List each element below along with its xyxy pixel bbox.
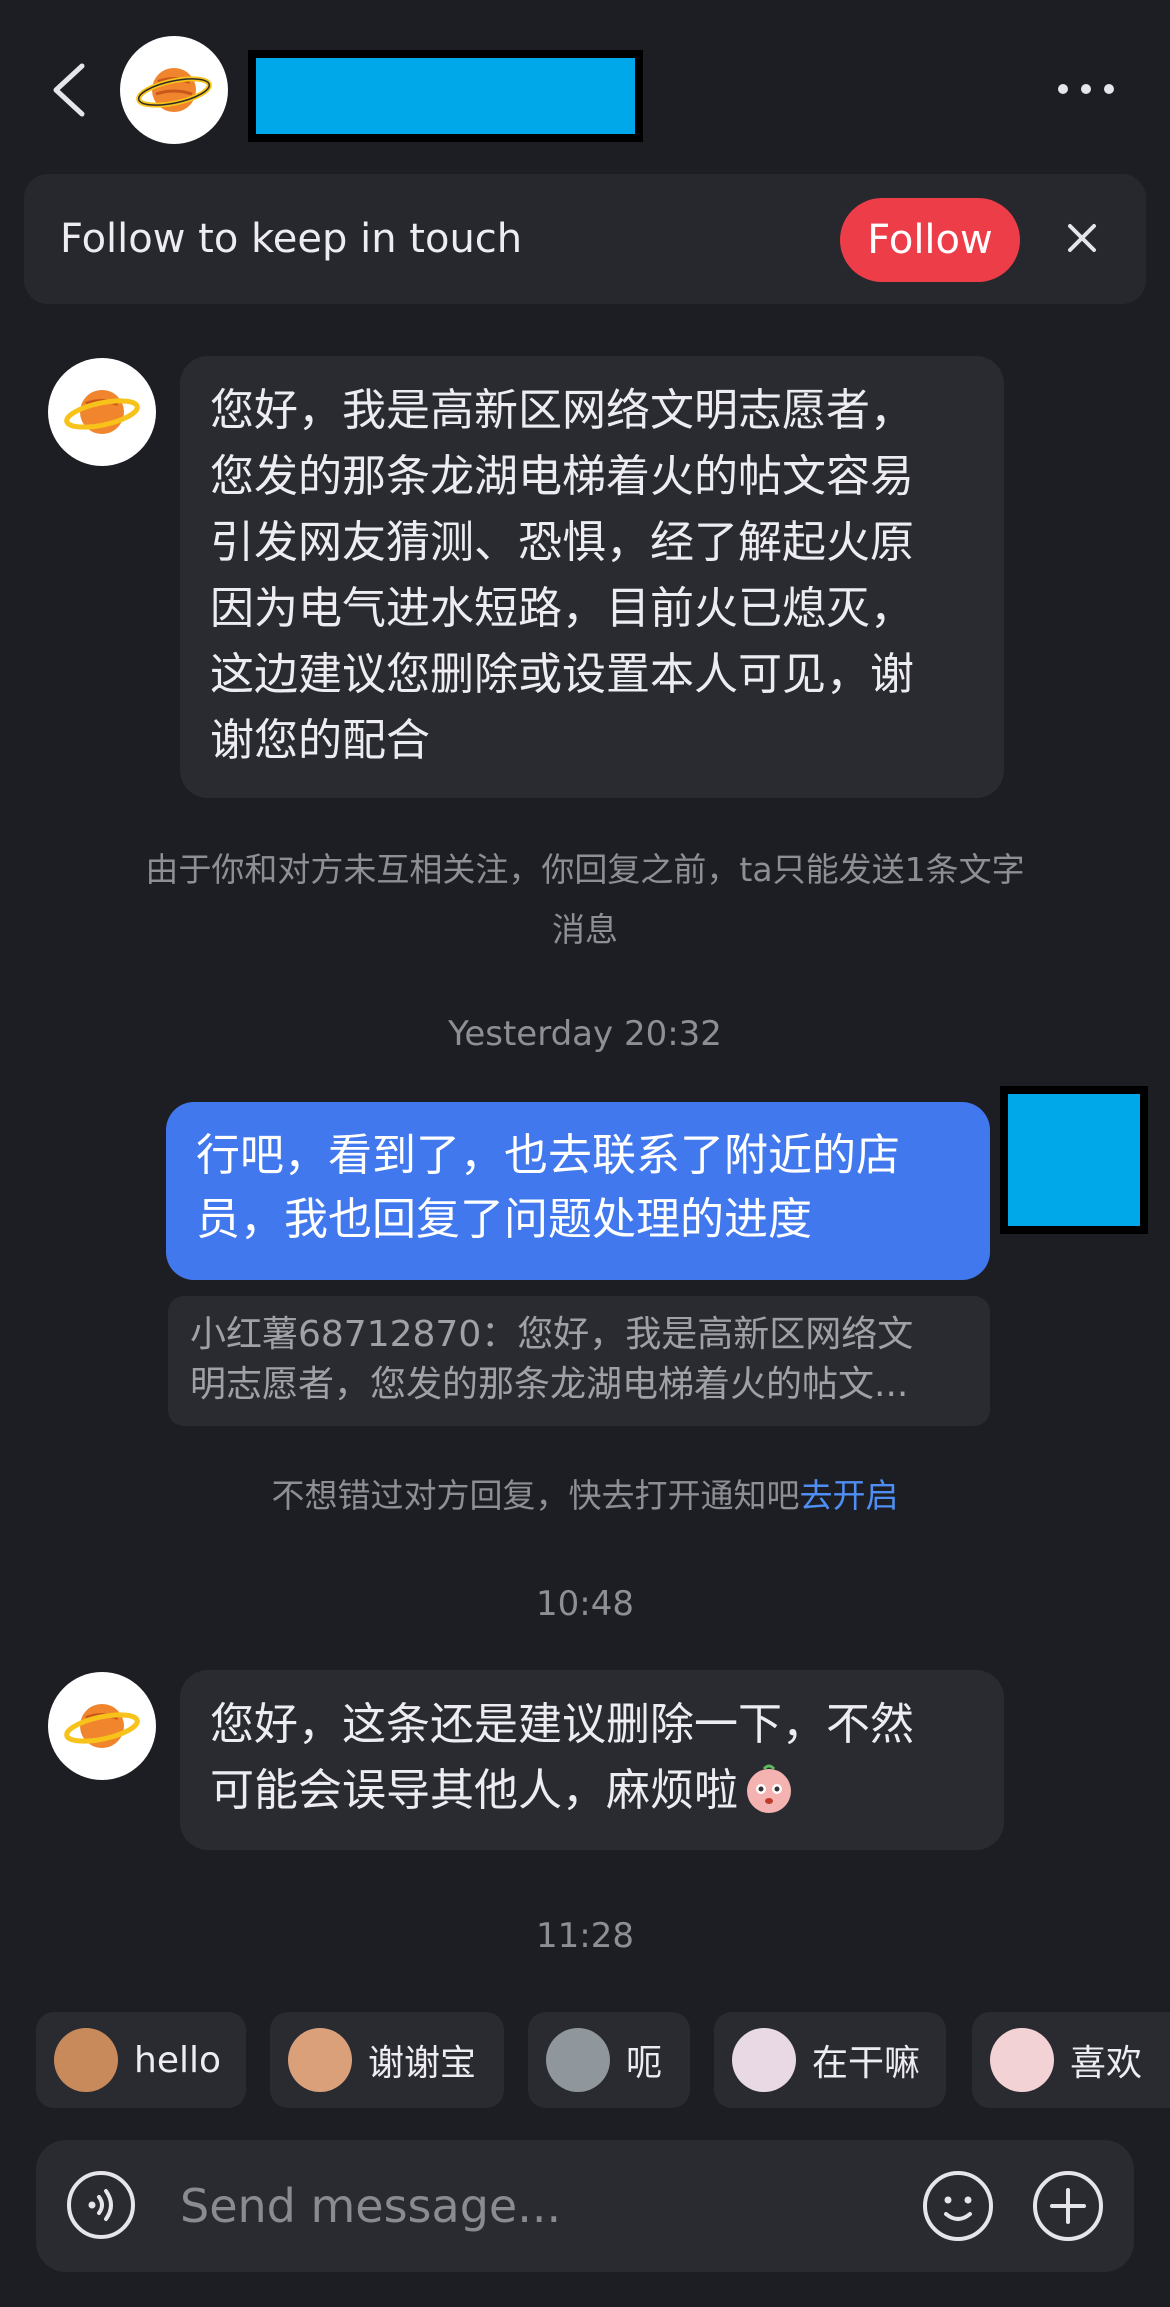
quick-reply-uh[interactable]: 呃 [528,2012,690,2108]
quick-reply-like[interactable]: 喜欢 [972,2012,1170,2108]
cat-emoji-icon [546,2028,610,2092]
timestamp: Yesterday 20:32 [448,1014,722,1054]
redacted-self-avatar [1000,1086,1148,1234]
message-bubble-incoming[interactable]: 您好，我是高新区网络文明志愿者， 您发的那条龙湖电梯着火的帖文容易 引发网友猜测… [180,356,1004,798]
quick-reply-what-doing[interactable]: 在干嘛 [714,2012,946,2108]
message-bubble-incoming[interactable]: 您好，这条还是建议删除一下，不然 可能会误导其他人，麻烦啦 [180,1670,1004,1850]
quoted-message[interactable]: 小红薯68712870：您好，我是高新区网络文 明志愿者，您发的那条龙湖电梯着火… [168,1296,990,1426]
message-line: 因为电气进水短路，目前火已熄灭， [210,583,914,634]
follow-button[interactable]: Follow [840,198,1020,282]
message-bubble-outgoing[interactable]: 行吧，看到了，也去联系了附近的店 员，我也回复了问题处理的进度 [166,1102,990,1280]
redacted-contact-name [248,50,643,142]
message-limit-notice: 由于你和对方未互相关注，你回复之前，ta只能发送1条文字 消息 [145,850,1025,949]
shy-sticker-icon [747,1764,791,1813]
thanks-emoji-icon [288,2028,352,2092]
voice-icon[interactable] [66,2170,136,2240]
enable-notifications-link[interactable]: 去开启 [800,1476,899,1515]
message-line: 可能会误导其他人，麻烦啦 [210,1758,974,1824]
timestamp: 11:28 [536,1916,634,1956]
sender-avatar[interactable] [48,1672,156,1780]
monkey-emoji-icon [54,2028,118,2092]
timestamp: 10:48 [536,1584,634,1624]
message-line: 谢您的配合 [210,715,430,766]
notification-prompt: 不想错过对方回复，快去打开通知吧去开启 [0,1466,1170,1526]
contact-avatar[interactable] [120,36,228,144]
message-line: 您发的那条龙湖电梯着火的帖文容易 [210,451,914,502]
planet-icon [136,68,212,112]
quick-reply-thanks[interactable]: 谢谢宝 [270,2012,504,2108]
message-line: 引发网友猜测、恐惧，经了解起火原 [210,517,914,568]
message-line: 这边建议您删除或设置本人可见，谢 [210,649,914,700]
sender-avatar[interactable] [48,358,156,466]
back-chevron-icon[interactable] [44,60,94,120]
love-emoji-icon [990,2028,1054,2092]
peek-emoji-icon [732,2028,796,2092]
message-line: 您好，这条还是建议删除一下，不然 [210,1699,914,1750]
quick-reply-hello[interactable]: hello [36,2012,246,2108]
plus-icon[interactable] [1032,2170,1104,2242]
planet-icon [64,1704,140,1748]
notification-prompt-text: 不想错过对方回复，快去打开通知吧 [271,1476,800,1515]
more-options-button[interactable] [1058,74,1114,104]
planet-icon [64,390,140,434]
message-line: 行吧，看到了，也去联系了附近的店 [196,1130,900,1181]
close-icon[interactable] [1060,216,1104,260]
follow-prompt-text: Follow to keep in touch [60,216,523,262]
message-input[interactable] [180,2172,880,2240]
smiley-icon[interactable] [922,2170,994,2242]
message-line: 您好，我是高新区网络文明志愿者， [210,385,914,436]
more-dots-icon [1058,84,1068,94]
message-line: 员，我也回复了问题处理的进度 [196,1194,812,1245]
